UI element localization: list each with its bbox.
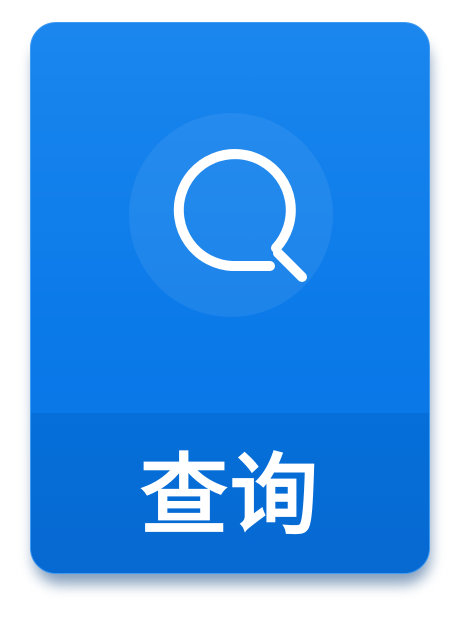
stage: 查询 bbox=[0, 0, 460, 628]
query-tile-button[interactable]: 查询 bbox=[30, 22, 430, 574]
tile-label: 查询 bbox=[139, 443, 320, 547]
search-icon bbox=[173, 149, 307, 282]
